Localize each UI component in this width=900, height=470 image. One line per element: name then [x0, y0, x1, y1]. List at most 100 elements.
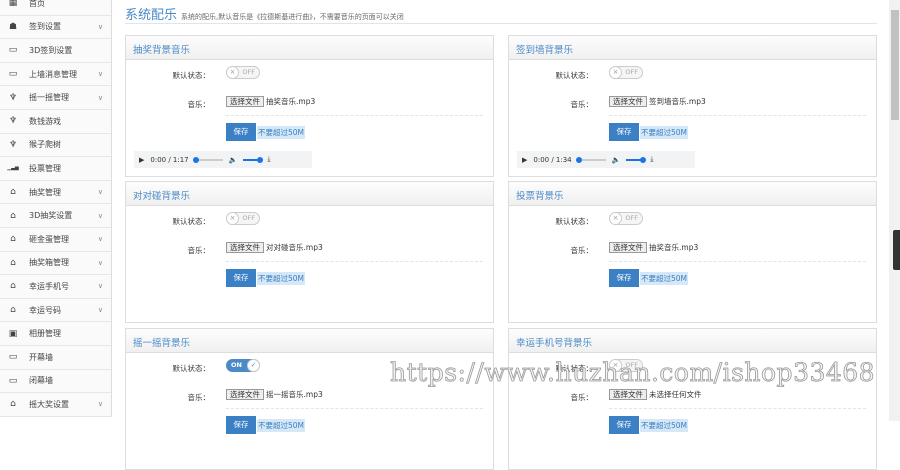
status-toggle[interactable]: × OFF	[609, 212, 643, 225]
file-name: 签到墙音乐.mp3	[649, 97, 706, 106]
music-label: 音乐：	[187, 246, 211, 255]
chevron-down-icon: ∨	[97, 400, 103, 409]
status-toggle[interactable]: ✓ ON	[226, 359, 260, 372]
choose-file-button[interactable]: 选择文件	[226, 242, 264, 253]
volume-slider[interactable]	[626, 156, 647, 163]
panel-title: 抽奖背景音乐	[126, 36, 493, 60]
sidebar-item-label: 抽奖管理	[29, 187, 61, 197]
progress-slider[interactable]	[192, 156, 223, 163]
status-label: 默认状态：	[555, 217, 594, 226]
sidebar-item-label: 签到设置	[29, 22, 61, 32]
music-label: 音乐：	[187, 100, 211, 109]
size-hint: 不要超过50M	[640, 125, 689, 139]
sidebar-item[interactable]: ▭ 闭幕墙	[0, 369, 111, 394]
sidebar-item[interactable]: ⌂ 摇大奖设置 ∨	[0, 393, 111, 417]
monitor-icon: ▭	[8, 45, 18, 56]
status-label: 默认状态：	[172, 364, 211, 373]
status-toggle[interactable]: × OFF	[609, 66, 643, 79]
sidebar-item-label: 投票管理	[29, 163, 61, 173]
sidebar-item[interactable]: ⌂ 砸金蛋管理 ∨	[0, 227, 111, 252]
choose-file-button[interactable]: 选择文件	[226, 96, 264, 107]
save-button[interactable]: 保存	[609, 269, 639, 287]
sidebar-item[interactable]: ⌂ 3D抽奖设置 ∨	[0, 204, 111, 228]
scrollbar-thumb[interactable]	[891, 10, 899, 120]
divider	[609, 261, 866, 262]
audio-player: ▶ 0:00 / 1:34 🔈 ⤓	[517, 151, 695, 168]
sidebar-item[interactable]: ⌂ 抽奖箱管理 ∨	[0, 251, 111, 276]
x-icon: ×	[609, 212, 622, 225]
image-icon: ▣	[8, 328, 18, 339]
page-header: 系统配乐 系统的配乐,默认音乐是《拉德斯基进行曲》，不需要音乐的页面可以关闭	[125, 4, 877, 24]
sidebar-item[interactable]: ♆ 猴子爬树	[0, 133, 111, 158]
download-icon[interactable]: ⤓	[267, 155, 270, 164]
panel-title: 对对碰背景乐	[126, 182, 493, 206]
sidebar-item[interactable]: ⌂ 幸运手机号 ∨	[0, 275, 111, 299]
sidebar-item[interactable]: ⌂ 幸运号码 ∨	[0, 298, 111, 323]
sidebar-item-label: 开幕墙	[29, 352, 53, 362]
side-widget[interactable]	[893, 230, 900, 270]
sidebar-item[interactable]: ☗ 签到设置 ∨	[0, 15, 111, 40]
chevron-down-icon: ∨	[97, 70, 103, 79]
gift-icon: ⌂	[10, 281, 16, 292]
file-name: 抽奖音乐.mp3	[649, 243, 699, 252]
save-button[interactable]: 保存	[609, 416, 639, 434]
save-button[interactable]: 保存	[226, 123, 256, 141]
play-icon[interactable]: ▶	[522, 156, 527, 164]
sidebar-item[interactable]: ▁▃▅ 投票管理	[0, 157, 111, 181]
chevron-down-icon: ∨	[97, 235, 103, 244]
divider	[609, 115, 866, 116]
size-hint: 不要超过50M	[640, 418, 689, 432]
check-icon: ✓	[247, 359, 260, 372]
sidebar-item[interactable]: ♆ 数钱游戏	[0, 109, 111, 134]
play-icon[interactable]: ▶	[139, 156, 144, 164]
sidebar-item[interactable]: ▭ 上墙消息管理 ∨	[0, 62, 111, 87]
save-button[interactable]: 保存	[226, 269, 256, 287]
save-button[interactable]: 保存	[226, 416, 256, 434]
music-panel: 对对碰背景乐 默认状态： × OFF 音乐： 选择文件 对对碰音乐.mp3 保存 不要…	[125, 181, 494, 323]
status-label: 默认状态：	[555, 71, 594, 80]
sidebar-item[interactable]: ▭ 开幕墙	[0, 345, 111, 370]
sidebar-item[interactable]: ▦ 首页	[0, 0, 111, 16]
sidebar-item[interactable]: ⌂ 抽奖管理 ∨	[0, 180, 111, 205]
sidebar-item[interactable]: ▭ 3D签到设置	[0, 39, 111, 63]
choose-file-button[interactable]: 选择文件	[609, 96, 647, 107]
save-button[interactable]: 保存	[609, 123, 639, 141]
sidebar-item-label: 幸运手机号	[29, 281, 69, 291]
gift-icon: ⌂	[10, 210, 16, 221]
scrollbar[interactable]	[889, 0, 900, 421]
divider	[226, 261, 483, 262]
status-label: 默认状态：	[172, 217, 211, 226]
music-panel: 抽奖背景音乐 默认状态： × OFF 音乐： 选择文件 抽奖音乐.mp3 保存 不要超…	[125, 35, 494, 177]
progress-slider[interactable]	[575, 156, 606, 163]
audio-time: 0:00 / 1:34	[533, 155, 572, 164]
file-name: 摇一摇音乐.mp3	[266, 390, 323, 399]
size-hint: 不要超过50M	[257, 125, 306, 139]
chevron-down-icon: ∨	[97, 211, 103, 220]
choose-file-button[interactable]: 选择文件	[609, 389, 647, 400]
music-panel: 签到墙背景乐 默认状态： × OFF 音乐： 选择文件 签到墙音乐.mp3 保存 不要…	[508, 35, 877, 177]
status-toggle[interactable]: × OFF	[226, 66, 260, 79]
file-name: 对对碰音乐.mp3	[266, 243, 323, 252]
sidebar-item-label: 摇大奖设置	[29, 399, 69, 409]
sidebar-item[interactable]: ♆ 摇一摇管理 ∨	[0, 86, 111, 110]
choose-file-button[interactable]: 选择文件	[609, 242, 647, 253]
volume-icon[interactable]: 🔈	[229, 156, 238, 164]
sidebar-item-label: 抽奖箱管理	[29, 258, 69, 268]
panel-title: 投票背景乐	[509, 182, 876, 206]
choose-file-button[interactable]: 选择文件	[226, 389, 264, 400]
trophy-icon: ♆	[8, 92, 18, 103]
sidebar-item-label: 首页	[29, 0, 45, 8]
toggle-text: OFF	[625, 68, 638, 76]
volume-icon[interactable]: 🔈	[612, 156, 621, 164]
sidebar-item-label: 数钱游戏	[29, 116, 61, 126]
sidebar-item-label: 相册管理	[29, 329, 61, 339]
volume-slider[interactable]	[243, 156, 264, 163]
chevron-down-icon: ∨	[97, 282, 103, 291]
sidebar-item[interactable]: ▣ 相册管理	[0, 322, 111, 346]
divider	[226, 115, 483, 116]
chevron-down-icon: ∨	[97, 258, 103, 267]
status-toggle[interactable]: × OFF	[226, 212, 260, 225]
toggle-text: OFF	[625, 214, 638, 222]
download-icon[interactable]: ⤓	[650, 155, 653, 164]
gift-icon: ⌂	[10, 305, 16, 316]
